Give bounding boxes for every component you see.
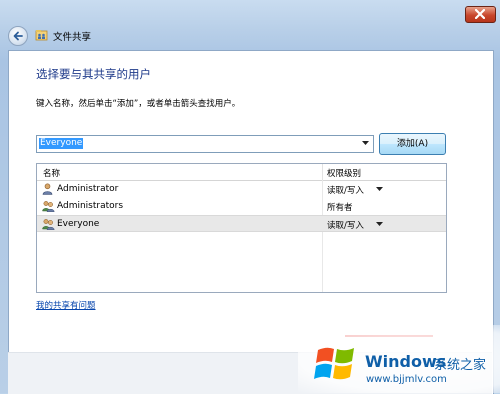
row-permission[interactable]: 读取/写入 — [327, 184, 364, 196]
list-header: 名称 权限级别 — [37, 164, 446, 181]
user-icon — [42, 183, 53, 195]
permission-dropdown-icon[interactable] — [376, 187, 383, 191]
page-heading: 选择要与其共享的用户 — [36, 67, 151, 81]
watermark-url: www.bjjmlv.com — [366, 374, 447, 385]
row-permission[interactable]: 读取/写入 — [327, 219, 364, 231]
row-permission: 所有者 — [327, 203, 353, 213]
column-header-name[interactable]: 名称 — [43, 167, 60, 179]
user-list: 名称 权限级别 Administrator 读取/写入 Administrato… — [36, 163, 447, 293]
combo-value[interactable]: Everyone — [39, 138, 84, 149]
watermark-suffix: 系统之家 — [434, 358, 487, 373]
window-title: 文件共享 — [53, 32, 92, 43]
list-row-administrator[interactable]: Administrator 读取/写入 — [37, 181, 446, 198]
permission-dropdown-icon[interactable] — [376, 222, 383, 226]
dropdown-arrow-icon[interactable] — [362, 141, 369, 145]
row-name: Administrators — [57, 201, 124, 211]
windows-logo-icon — [314, 347, 354, 380]
close-icon — [475, 9, 485, 19]
list-row-everyone[interactable]: Everyone 读取/写入 — [37, 215, 446, 232]
instruction-text: 键入名称，然后单击“添加”，或者单击箭头查找用户。 — [36, 99, 241, 109]
help-link[interactable]: 我的共享有问题 — [36, 299, 96, 311]
close-button[interactable] — [465, 6, 496, 23]
file-sharing-icon — [35, 30, 48, 41]
column-divider[interactable] — [322, 164, 323, 180]
back-button[interactable] — [8, 26, 28, 46]
list-row-administrators[interactable]: Administrators 所有者 — [37, 198, 446, 215]
back-arrow-icon — [13, 31, 23, 41]
row-name: Administrator — [57, 184, 119, 194]
user-name-combobox[interactable]: Everyone — [36, 135, 374, 153]
group-icon — [42, 219, 55, 230]
group-icon — [42, 201, 55, 212]
row-name: Everyone — [57, 219, 100, 229]
column-header-permission[interactable]: 权限级别 — [327, 167, 361, 179]
add-button[interactable]: 添加(A) — [379, 133, 446, 155]
